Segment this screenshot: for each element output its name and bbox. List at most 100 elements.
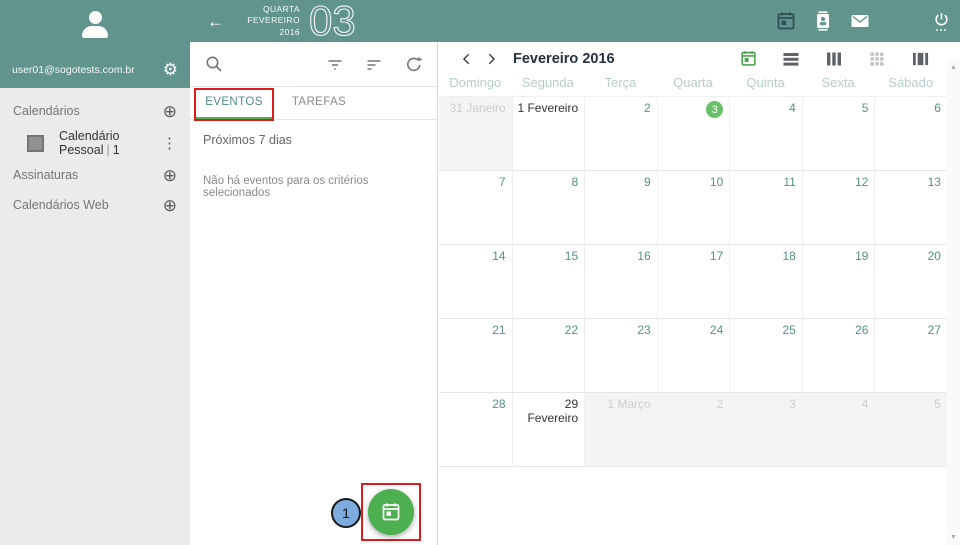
next-month-button[interactable] [479, 47, 503, 71]
calendar-day-cell[interactable]: 3 [657, 97, 730, 170]
scroll-up-icon[interactable]: ▲ [950, 64, 957, 71]
calendar-day-cell[interactable]: 21 [439, 319, 512, 392]
back-arrow-icon[interactable]: ← [207, 13, 224, 30]
calendar-day-cell[interactable]: 2 [657, 393, 730, 466]
tab-eventos[interactable]: EVENTOS [196, 87, 272, 119]
calendar-module-icon[interactable] [776, 11, 796, 31]
calendar-day-cell[interactable]: 4 [802, 393, 875, 466]
calendar-title: Fevereiro 2016 [513, 51, 615, 67]
calendar-scrollbar[interactable]: ▲ ▼ [947, 60, 960, 545]
add-subscription-icon[interactable]: ⊕ [163, 167, 177, 184]
week-view-icon[interactable] [823, 48, 845, 70]
calendar-day-cell[interactable]: 14 [439, 245, 512, 318]
day-label: 5 [862, 101, 869, 115]
range-label: Próximos 7 dias [190, 120, 437, 147]
calendar-week-row: 78910111213 [439, 171, 947, 245]
tab-tarefas[interactable]: TAREFAS [281, 87, 357, 119]
month-view-icon[interactable] [866, 48, 888, 70]
user-avatar-icon [0, 11, 190, 38]
annotation-red-box-fab [361, 483, 421, 541]
search-icon[interactable] [203, 53, 225, 75]
calendar-day-cell[interactable]: 8 [512, 171, 585, 244]
calendar-grid: 31 Janeiro1 Fevereiro2345678910111213141… [439, 96, 947, 467]
calendar-day-cell[interactable]: 25 [729, 319, 802, 392]
gear-icon[interactable]: ⚙ [163, 61, 178, 78]
day-label: 20 [928, 249, 941, 263]
day-label: 16 [637, 249, 650, 263]
multicolumn-view-icon[interactable] [909, 48, 931, 70]
calendar-day-cell[interactable]: 7 [439, 171, 512, 244]
scroll-down-icon[interactable]: ▼ [950, 534, 957, 541]
calendar-day-cell[interactable]: 3 [729, 393, 802, 466]
current-date-block: QUARTA FEVEREIRO 2016 [238, 4, 300, 37]
calendar-day-cell[interactable]: 19 [802, 245, 875, 318]
calendar-day-cell[interactable]: 15 [512, 245, 585, 318]
day-label: 29 Fevereiro [527, 397, 578, 425]
current-month: FEVEREIRO [238, 15, 300, 26]
mail-module-icon[interactable] [850, 11, 870, 31]
day-label: 4 [862, 397, 869, 411]
calendar-day-cell[interactable]: 23 [584, 319, 657, 392]
calendar-day-cell[interactable]: 26 [802, 319, 875, 392]
calendar-day-cell[interactable]: 27 [874, 319, 947, 392]
day-label: 19 [855, 249, 868, 263]
calendar-day-cell[interactable]: 9 [584, 171, 657, 244]
sort-icon[interactable] [363, 53, 385, 75]
contacts-module-icon[interactable] [813, 11, 833, 31]
calendar-day-cell[interactable]: 29 Fevereiro [512, 393, 585, 466]
day-view-icon[interactable] [780, 48, 802, 70]
calendar-day-cell[interactable]: 17 [657, 245, 730, 318]
sidebar-group-label: Calendários [13, 104, 80, 118]
day-label: 1 Março [607, 397, 650, 411]
day-label: 18 [782, 249, 795, 263]
calendar-day-cell[interactable]: 28 [439, 393, 512, 466]
kebab-menu-icon[interactable]: ⋮ [162, 134, 177, 152]
calendar-day-cell[interactable]: 1 Março [584, 393, 657, 466]
calendar-week-row: 31 Janeiro 1 Fevereiro 234 56 [439, 97, 947, 171]
day-label: 27 [928, 323, 941, 337]
calendar-day-cell[interactable]: 6 [874, 97, 947, 170]
calendar-day-cell[interactable]: 5 [874, 393, 947, 466]
sidebar-item-subscriptions[interactable]: Assinaturas ⊕ [0, 160, 190, 190]
sidebar-group-label: Calendários Web [13, 198, 109, 212]
annotation-marker-1: 1 [331, 498, 361, 528]
day-label: 1 Fevereiro [517, 101, 578, 115]
previous-month-button[interactable] [455, 47, 479, 71]
day-label: 15 [565, 249, 578, 263]
weekday-label: Segunda [512, 75, 585, 96]
add-calendar-icon[interactable]: ⊕ [163, 103, 177, 120]
calendar-day-cell[interactable]: 12 [802, 171, 875, 244]
add-web-calendar-icon[interactable]: ⊕ [163, 197, 177, 214]
calendar-day-cell[interactable]: 20 [874, 245, 947, 318]
calendar-day-cell[interactable]: 11 [729, 171, 802, 244]
sidebar-item-personal-calendar[interactable]: Calendário Pessoal|1 ⋮ [0, 126, 190, 160]
calendar-day-cell[interactable]: 2 [584, 97, 657, 170]
refresh-icon[interactable] [402, 53, 424, 75]
current-weekday: QUARTA [238, 4, 300, 15]
calendar-toolbar: Fevereiro 2016 [439, 42, 960, 75]
user-email: user01@sogotests.com.br [12, 64, 135, 76]
calendar-day-cell[interactable]: 22 [512, 319, 585, 392]
search-toolbar [190, 42, 437, 87]
sidebar-item-calendars[interactable]: Calendários ⊕ [0, 96, 190, 126]
calendar-day-cell[interactable]: 18 [729, 245, 802, 318]
calendar-day-cell[interactable]: 13 [874, 171, 947, 244]
new-event-fab-button[interactable] [368, 489, 414, 535]
calendar-day-cell[interactable]: 16 [584, 245, 657, 318]
calendar-day-cell[interactable]: 5 [802, 97, 875, 170]
current-day-number: 03 [309, 1, 356, 41]
calendar-weekday-row: DomingoSegundaTerçaQuartaQuintaSextaSába… [439, 75, 947, 96]
calendar-day-cell[interactable]: 31 Janeiro [439, 97, 512, 170]
calendar-day-cell[interactable]: 4 [729, 97, 802, 170]
logout-power-icon[interactable] [931, 11, 951, 31]
personal-calendar-label: Calendário Pessoal|1 [59, 129, 162, 157]
filter-icon[interactable] [324, 53, 346, 75]
calendar-day-cell[interactable]: 1 Fevereiro [512, 97, 585, 170]
calendar-day-cell[interactable]: 24 [657, 319, 730, 392]
current-year: 2016 [238, 27, 300, 38]
day-label: 25 [782, 323, 795, 337]
calendar-color-checkbox[interactable] [27, 135, 44, 152]
today-icon[interactable] [737, 48, 759, 70]
calendar-day-cell[interactable]: 10 [657, 171, 730, 244]
sidebar-item-web-calendars[interactable]: Calendários Web ⊕ [0, 190, 190, 220]
